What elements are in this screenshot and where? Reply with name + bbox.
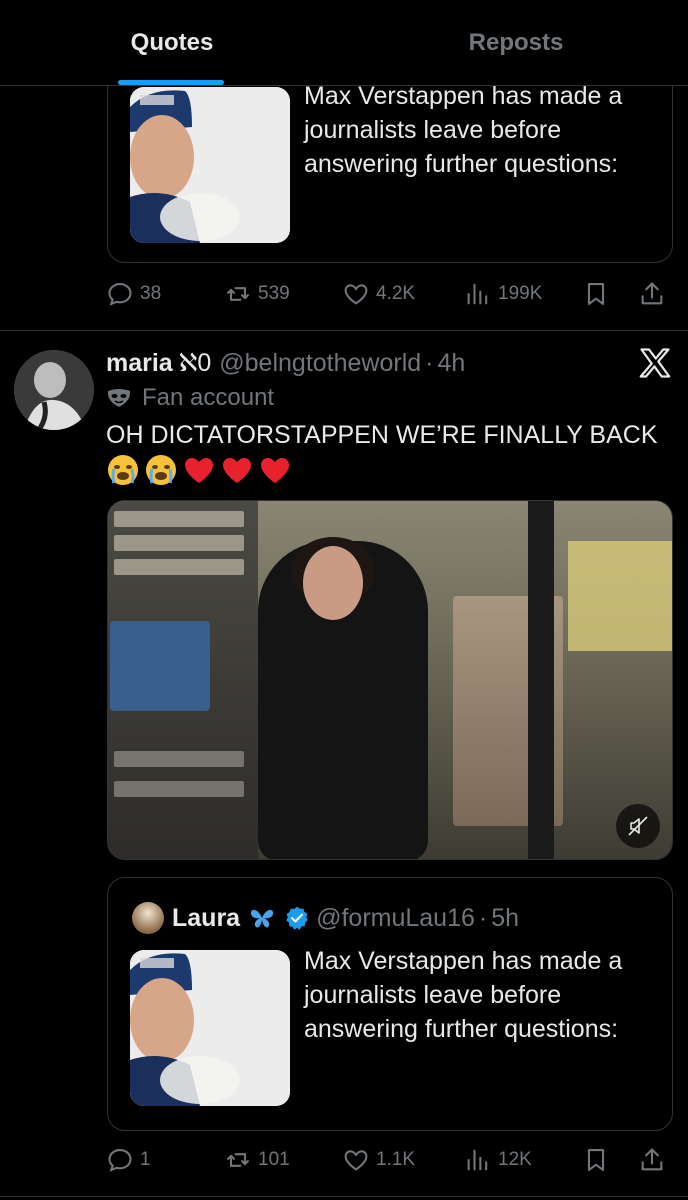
mute-button[interactable] [616,804,660,848]
separator-dot: · [425,348,434,377]
post-divider [0,330,688,331]
bookmark-button[interactable] [582,1140,610,1180]
repost-button[interactable]: 539 [224,274,290,314]
blue-box [110,621,210,711]
reply-button[interactable]: 38 [106,274,161,314]
reply-count: 1 [140,1149,151,1170]
quoted-tweet-text: Max Verstappen has made a journalists le… [304,947,623,1043]
red-heart-icon [261,458,289,483]
share-icon [641,1148,663,1171]
reply-count: 38 [140,283,162,304]
post-header: maria ℵ0 @belngtotheworld · 4h [106,345,465,381]
fan-account-text: Fan account [142,384,275,411]
red-heart-icon [223,458,251,483]
tab-quotes[interactable]: Quotes [0,0,344,86]
heart-icon [344,1150,368,1171]
post-time[interactable]: 4h [438,349,466,378]
repost-icon [227,1153,249,1167]
top-post-action-bar: 38 539 4.2K 199K [106,274,672,314]
active-tab-indicator [118,80,224,85]
share-button[interactable] [638,1140,666,1180]
repost-button[interactable]: 101 [224,1140,290,1180]
repost-count: 101 [258,1149,290,1170]
verstappen-photo [130,87,290,243]
share-button[interactable] [638,274,666,314]
views-count: 199K [498,283,543,304]
tab-reposts[interactable]: Reposts [344,0,688,86]
quoted-tweet-header: Laura @formuLau16 · 5h [132,900,519,936]
muted-speaker-icon [628,816,648,836]
post-divider [0,1196,688,1197]
video-player[interactable] [107,500,673,860]
repost-count: 539 [258,283,290,304]
quoted-avatar [132,902,164,934]
butterfly-icon [251,909,274,928]
bookmark-icon [587,1149,605,1171]
x-logo-icon [639,348,671,378]
reply-icon [108,283,132,306]
user-handle[interactable]: @belngtotheworld [219,349,421,378]
quoted-tweet-text: Max Verstappen has made a journalists le… [304,82,623,178]
reply-icon [108,1149,132,1172]
shelf-bin [114,781,244,797]
avatar-image [14,350,94,430]
verstappen-photo [130,950,290,1106]
views-icon [467,1149,488,1171]
tab-quotes-label: Quotes [130,29,214,56]
reply-button[interactable]: 1 [106,1140,151,1180]
mask-icon [107,389,131,407]
quoted-post-time: 5h [491,903,520,932]
name-emoji: ℵ0 [178,349,212,377]
shelf-bin [114,751,244,767]
fan-account-label: Fan account [106,380,274,416]
like-count: 1.1K [376,1149,416,1170]
tweet-text: OH DICTATORSTAPPEN WE’RE FINALLY BACK [106,421,658,449]
views-count: 12K [498,1149,532,1170]
like-count: 4.2K [376,283,416,304]
yellow-bins [568,541,672,651]
heart-icon [344,284,368,305]
emoji-row [106,450,292,490]
crying-face-icon [108,455,138,485]
shelf-bin [114,511,244,527]
tab-reposts-label: Reposts [468,29,564,56]
red-heart-icon [185,458,213,483]
shelf-bin [114,559,244,575]
bookmark-button[interactable] [582,274,610,314]
verstappen-thumbnail [130,950,290,1106]
share-icon [641,282,663,305]
metal-rack [528,501,554,859]
like-button[interactable]: 1.1K [342,1140,415,1180]
woman-face [303,546,363,620]
verified-badge-icon [286,906,308,930]
repost-icon [227,287,249,301]
crying-face-icon [146,455,176,485]
like-button[interactable]: 4.2K [342,274,415,314]
separator-dot: · [478,903,488,932]
verstappen-thumbnail [130,87,290,243]
views-button[interactable]: 199K [464,274,542,314]
avatar[interactable] [14,350,94,430]
bookmark-icon [587,283,605,305]
quoted-tweet-card[interactable]: Laura @formuLau16 · 5h Max Verstappen ha… [107,877,673,1131]
views-button[interactable]: 12K [464,1140,532,1180]
main-post-action-bar: 1 101 1.1K 12K [106,1140,672,1180]
quoted-user-handle: @formuLau16 [316,903,475,932]
tab-bar: Quotes Reposts [0,0,688,86]
shelf-bin [114,535,244,551]
quoted-display-name: Laura [172,903,241,932]
display-name[interactable]: maria [106,349,173,378]
views-icon [467,283,488,305]
